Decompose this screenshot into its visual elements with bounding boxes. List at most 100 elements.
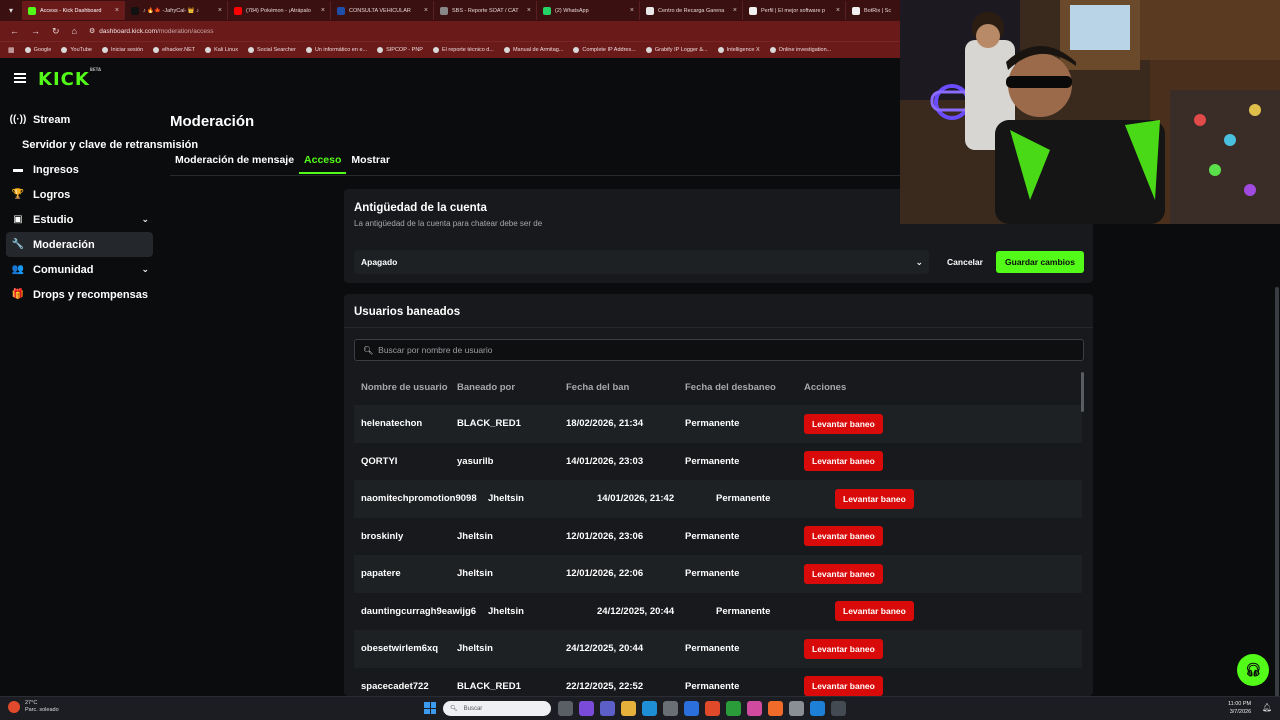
studio-icon: ▣ (13, 214, 23, 225)
close-icon[interactable]: × (424, 7, 428, 14)
settings-icon[interactable] (663, 701, 678, 716)
taskbar-apps (558, 701, 846, 716)
browser-tab[interactable]: Perfil | El mejor software p × (743, 1, 846, 20)
system-clock[interactable]: 11:00 PM 3/7/2026 (1228, 700, 1251, 716)
banned-search-input[interactable]: 🔍︎ Buscar por nombre de usuario (354, 339, 1084, 361)
snipping-tool-icon[interactable] (789, 701, 804, 716)
unban-button[interactable]: Levantar baneo (804, 638, 883, 659)
file-explorer-icon[interactable] (621, 701, 636, 716)
ban-date-cell: 24/12/2025, 20:44 (597, 605, 675, 617)
bookmark-item[interactable]: SIPCOP - PNP (377, 47, 423, 53)
sidebar-item[interactable]: Servidor y clave de retransmisión (6, 132, 198, 157)
tab-favicon-icon (337, 6, 345, 15)
kick-logo[interactable]: KICKBETA (38, 67, 101, 90)
close-icon[interactable]: × (115, 7, 119, 14)
save-changes-button[interactable]: Guardar cambios (996, 251, 1084, 273)
menu-icon[interactable] (14, 73, 26, 83)
forward-icon[interactable]: → (31, 26, 40, 36)
browser-tab[interactable]: SBS - Reporte SOAT / CAT × (434, 1, 537, 20)
firefox-icon[interactable] (768, 701, 783, 716)
unban-button[interactable]: Levantar baneo (804, 676, 883, 696)
chevron-down-icon: ⌄ (915, 256, 923, 267)
sidebar-item-label: Comunidad (33, 263, 94, 276)
unban-button[interactable]: Levantar baneo (835, 488, 914, 509)
browser-tab[interactable]: (2) WhatsApp × (537, 1, 640, 20)
xbox-icon[interactable] (726, 701, 741, 716)
reload-icon[interactable]: ↻ (52, 26, 60, 37)
windows-start-icon[interactable] (424, 702, 436, 714)
page-title: Moderación (170, 113, 255, 130)
table-scrollbar[interactable] (1081, 372, 1084, 412)
support-chat-button[interactable]: 🎧︎ (1237, 654, 1269, 686)
unban-button[interactable]: Levantar baneo (804, 563, 883, 584)
tab-list-button[interactable]: ▾ (0, 1, 22, 20)
account-age-select[interactable]: Apagado ⌄ (354, 250, 929, 274)
sidebar-item[interactable]: ▬ Ingresos (6, 157, 153, 182)
column-header: Baneado por (457, 381, 516, 393)
page-scrollbar[interactable] (1275, 287, 1279, 697)
tab-label: Access - Kick Dashboard (40, 7, 102, 14)
wrench-icon: 🔧 (11, 239, 25, 250)
sidebar-item[interactable]: 🏆 Logros (6, 182, 153, 207)
close-icon[interactable]: × (733, 7, 737, 14)
media-icon[interactable] (747, 701, 762, 716)
tab-acceso[interactable]: Acceso (299, 150, 347, 174)
close-icon[interactable]: × (630, 7, 634, 14)
close-icon[interactable]: × (527, 7, 531, 14)
site-info-icon[interactable]: ⚙ (89, 27, 95, 35)
teams-icon[interactable] (600, 701, 615, 716)
home-icon[interactable]: ⌂ (72, 26, 77, 36)
vscode-icon[interactable] (684, 701, 699, 716)
url-field[interactable]: ⚙ dashboard.kick.com/moderation/access (89, 27, 213, 36)
column-header: Fecha del ban (566, 381, 630, 393)
sidebar-item[interactable]: ((·)) Stream (6, 107, 153, 132)
tab-favicon-icon (749, 6, 757, 15)
unban-button[interactable]: Levantar baneo (804, 526, 883, 547)
browser-tab[interactable]: Access - Kick Dashboard × (22, 1, 125, 20)
close-icon[interactable]: × (321, 7, 325, 14)
username-cell: QORTYI (361, 455, 398, 467)
weather-widget[interactable]: 27°C Parc. soleado (8, 700, 59, 714)
task-view-icon[interactable] (558, 701, 573, 716)
apps-icon[interactable]: ▦ (8, 46, 15, 54)
bookmark-item[interactable]: Un informático en e... (305, 47, 367, 53)
browser-tab[interactable]: (784) Pokémon - ¡Atrápalo × (228, 1, 331, 20)
unban-date-cell: Permanente (685, 418, 740, 430)
bookmark-item[interactable]: Online investigation... (769, 47, 831, 53)
bookmark-item[interactable]: Google (24, 47, 51, 53)
browser-tab[interactable]: Centro de Recarga Garena × (640, 1, 743, 20)
bookmark-item[interactable]: Intelligence X (717, 47, 760, 53)
bookmark-item[interactable]: Manual de Armitag... (503, 47, 563, 53)
app-icon[interactable] (810, 701, 825, 716)
notification-icon[interactable]: 🔔︎ (1262, 703, 1272, 712)
edge-icon[interactable] (642, 701, 657, 716)
bookmark-item[interactable]: YouTube (61, 47, 92, 53)
table-row: papatere Jheltsin 12/01/2026, 22:06 Permane… (354, 555, 1082, 593)
sidebar-item[interactable]: 🎁 Drops y recompensas (6, 282, 153, 307)
unban-button[interactable]: Levantar baneo (804, 451, 883, 472)
bookmark-item[interactable]: Kali Linux (205, 47, 238, 53)
cancel-button[interactable]: Cancelar (938, 251, 992, 273)
bookmark-item[interactable]: Social Searcher (247, 47, 296, 53)
browser-tab[interactable]: ♪ 🔥🍁 -JafryCal- 👑 ♪ × (125, 1, 228, 20)
copilot-icon[interactable] (579, 701, 594, 716)
tab-mostrar[interactable]: Mostrar (346, 150, 395, 174)
taskbar-search[interactable]: 🔍︎ Buscar (443, 701, 551, 716)
unban-button[interactable]: Levantar baneo (835, 601, 914, 622)
sidebar-item[interactable]: 👥 Comunidad ⌄ (6, 257, 153, 282)
bookmark-item[interactable]: elhacker.NET (153, 47, 195, 53)
sidebar-item[interactable]: ▣ Estudio ⌄ (6, 207, 153, 232)
obs-icon[interactable] (831, 701, 846, 716)
back-icon[interactable]: ← (10, 26, 19, 36)
unban-button[interactable]: Levantar baneo (804, 413, 883, 434)
sidebar-item[interactable]: 🔧 Moderación (6, 232, 153, 257)
bookmark-item[interactable]: El reporte técnico d... (432, 47, 494, 53)
bookmark-item[interactable]: Complete IP Addres... (573, 47, 636, 53)
tab-moderaci-n-de-mensaje[interactable]: Moderación de mensaje (170, 150, 299, 174)
close-icon[interactable]: × (836, 7, 840, 14)
bookmark-item[interactable]: Iniciar sesión (102, 47, 143, 53)
bookmark-item[interactable]: Grabify IP Logger &... (645, 47, 708, 53)
chrome-icon[interactable] (705, 701, 720, 716)
browser-tab[interactable]: CONSULTA VEHICULAR × (331, 1, 434, 20)
close-icon[interactable]: × (218, 7, 222, 14)
